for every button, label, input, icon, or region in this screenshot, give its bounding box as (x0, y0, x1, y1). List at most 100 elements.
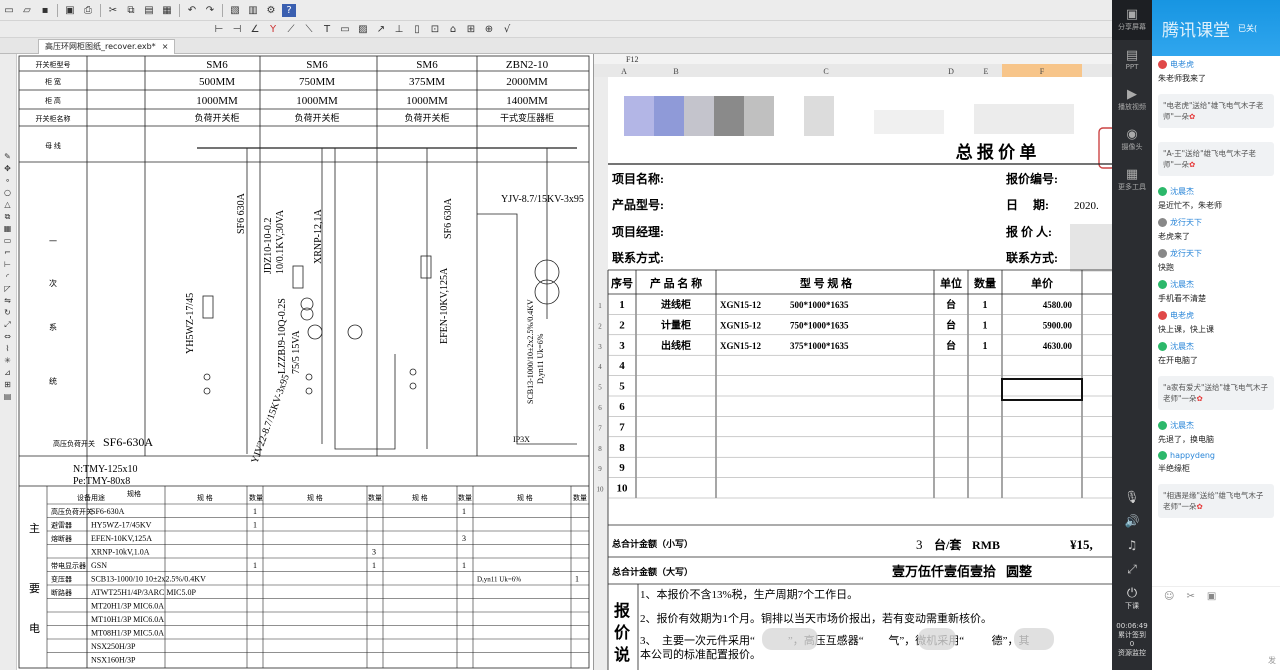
arc-icon[interactable]: Y (266, 23, 280, 36)
center-icon[interactable]: ⊕ (482, 23, 496, 36)
angle-icon[interactable]: ∠ (248, 23, 262, 36)
node-icon[interactable]: ∘ (1, 175, 14, 186)
rectangle-icon[interactable]: ▭ (1, 235, 14, 246)
move-icon[interactable]: ✥ (1, 163, 14, 174)
ruler-icon[interactable]: ⊣ (230, 23, 244, 36)
mirror-icon[interactable]: ⇋ (1, 295, 14, 306)
row-number[interactable]: 4 (598, 363, 602, 371)
fillet-icon[interactable]: ◜ (1, 271, 14, 282)
formula-bar[interactable] (594, 54, 1112, 64)
column-header[interactable]: A (621, 67, 627, 76)
chat-username[interactable]: 龙行天下 (1158, 248, 1274, 259)
break-icon[interactable]: ⌇ (1, 343, 14, 354)
row-number[interactable]: 7 (598, 424, 602, 432)
triangle-icon[interactable]: △ (1, 199, 14, 210)
polyline-icon[interactable]: ⟍ (302, 23, 316, 36)
row-number[interactable]: 6 (598, 404, 602, 412)
camera-button[interactable]: ◉ 摄像头 (1112, 120, 1152, 160)
undo-icon[interactable]: ↶ (185, 4, 199, 17)
dimension-icon[interactable]: ⊢ (212, 23, 226, 36)
more-tools-button[interactable]: ▦ 更多工具 (1112, 160, 1152, 200)
box-icon[interactable]: ▭ (338, 23, 352, 36)
row-number[interactable]: 10 (597, 486, 605, 494)
chat-username[interactable]: 沈晨杰 (1158, 186, 1274, 197)
cad-drawing-canvas[interactable]: 开关柜型号 柜 宽 柜 高 开关柜名称 SM6 SM6 SM6 ZBN2-10 … (17, 54, 593, 670)
share-screen-button[interactable]: ▣ 分享屏幕 (1112, 0, 1152, 40)
print-preview-icon[interactable]: ▣ (63, 4, 77, 17)
leader-icon[interactable]: ↗ (374, 23, 388, 36)
symbol-icon[interactable]: ⊥ (392, 23, 406, 36)
column-header[interactable]: F (1040, 67, 1045, 76)
scissors-icon[interactable]: ✂ (1186, 591, 1194, 602)
chat-username[interactable]: happydeng (1158, 451, 1274, 460)
layer-icon[interactable]: ▧ (228, 4, 242, 17)
print-icon[interactable]: ⎙ (81, 4, 95, 17)
text-icon[interactable]: T (320, 23, 334, 36)
chat-username[interactable]: 电老虎 (1158, 310, 1274, 321)
row-number[interactable]: 3 (598, 343, 602, 351)
format-painter-icon[interactable]: ▦ (160, 4, 174, 17)
chat-text: 快上课，快上课 (1158, 325, 1214, 334)
roughness-icon[interactable]: √ (500, 23, 514, 36)
end-class-button[interactable]: ⏻ 下课 (1112, 586, 1152, 611)
selected-cell[interactable] (1001, 378, 1083, 401)
row-number[interactable]: 9 (598, 465, 602, 473)
image-icon[interactable]: ▣ (1207, 591, 1216, 602)
copy-tool-icon[interactable]: ⧉ (1, 211, 14, 222)
save-icon[interactable]: ▪ (38, 4, 52, 17)
measure-icon[interactable]: ⊿ (1, 367, 14, 378)
scale-icon[interactable]: ⤢ (1, 319, 14, 330)
play-video-button[interactable]: ▶ 播放视频 (1112, 80, 1152, 120)
stretch-icon[interactable]: ⇔ (1, 331, 14, 342)
pen-icon[interactable]: ✎ (1, 151, 14, 162)
row-number[interactable]: 1 (598, 302, 602, 310)
rotate-icon[interactable]: ↻ (1, 307, 14, 318)
quote-spreadsheet[interactable]: F12 A B C D E F 总 报 价 单 项目名称: 产品型号: 项目经理… (593, 54, 1112, 670)
copy-icon[interactable]: ⧉ (124, 4, 138, 17)
speaker-icon[interactable]: 🔊 (1125, 514, 1140, 528)
weld-icon[interactable]: ⌂ (446, 23, 460, 36)
line-icon[interactable]: ⟋ (284, 23, 298, 36)
properties-icon[interactable]: ▥ (246, 4, 260, 17)
close-icon[interactable]: × (162, 40, 169, 54)
redo-icon[interactable]: ↷ (203, 4, 217, 17)
chat-username[interactable]: 龙行天下 (1158, 217, 1274, 228)
column-header[interactable]: E (984, 67, 989, 76)
column-header[interactable]: B (673, 67, 678, 76)
chamfer-icon[interactable]: ◸ (1, 283, 14, 294)
tolerance-icon[interactable]: ▯ (410, 23, 424, 36)
grid-icon[interactable]: ⊞ (1, 379, 14, 390)
open-folder-icon[interactable]: ▱ (20, 4, 34, 17)
cut-icon[interactable]: ✂ (106, 4, 120, 17)
row-number[interactable]: 8 (598, 445, 602, 453)
column-header[interactable]: D (948, 67, 954, 76)
row-number[interactable]: 5 (598, 384, 602, 392)
ppt-button[interactable]: ▤ PPT (1112, 40, 1152, 80)
mark-icon[interactable]: ⊞ (464, 23, 478, 36)
chat-username[interactable]: 电老虎 (1158, 59, 1274, 70)
row-number[interactable]: 2 (598, 322, 602, 330)
datum-icon[interactable]: ⊡ (428, 23, 442, 36)
paste-icon[interactable]: ▤ (142, 4, 156, 17)
document-tab[interactable]: 高压环网柜图纸_recover.exb* × (38, 39, 176, 54)
new-file-icon[interactable]: ▭ (2, 4, 16, 17)
help-icon[interactable]: ? (282, 3, 296, 17)
chat-username[interactable]: 沈晨杰 (1158, 341, 1274, 352)
extend-icon[interactable]: ⊢ (1, 259, 14, 270)
chat-username[interactable]: 沈晨杰 (1158, 279, 1274, 290)
fullscreen-icon[interactable]: ⤢ (1127, 562, 1137, 577)
array-icon[interactable]: ▦ (1, 223, 14, 234)
layer-tool-icon[interactable]: ▤ (1, 391, 14, 402)
emoji-icon[interactable]: ☺ (1164, 591, 1174, 602)
music-icon[interactable]: ♫ (1127, 538, 1138, 552)
column-header[interactable]: C (823, 67, 828, 76)
explode-icon[interactable]: ✳ (1, 355, 14, 366)
circle-icon[interactable]: ○ (1, 187, 14, 198)
settings-icon[interactable]: ⚙ (264, 4, 278, 17)
microphone-icon[interactable]: 🎙 (1124, 490, 1139, 504)
chat-username[interactable]: 沈晨杰 (1158, 420, 1274, 431)
chat-panel: 腾讯课堂 已关( 电老虎 朱老师我来了 "电老虎"送给"雄飞电气木子老师"一朵✿ "A… (1152, 0, 1280, 670)
hatch-icon[interactable]: ▨ (356, 23, 370, 36)
trim-icon[interactable]: ⌐ (1, 247, 14, 258)
send-button[interactable]: 发 (1268, 655, 1276, 666)
